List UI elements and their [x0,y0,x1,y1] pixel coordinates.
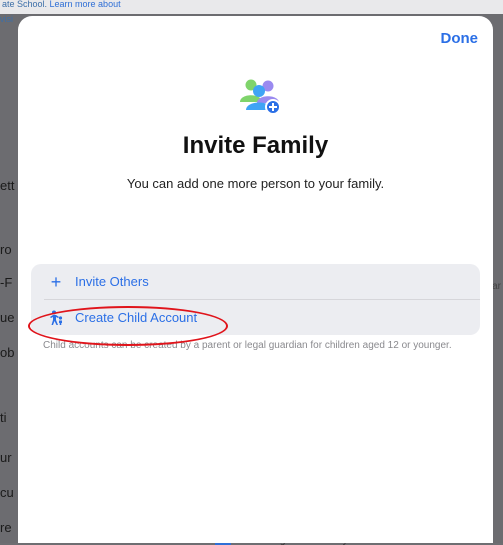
plus-icon: + [50,271,62,292]
background-top-label: ate School. [2,0,50,9]
invite-others-button[interactable]: + Invite Others [31,264,480,299]
page-title: Invite Family [182,132,329,159]
create-child-account-button[interactable]: Create Child Account [31,300,480,335]
background-top-link: Learn more about [49,0,121,9]
footnote: Child accounts can be created by a paren… [43,340,452,351]
background-right-fragment: ar [492,281,501,292]
invite-others-label: Invite Others [75,274,149,289]
create-child-account-label: Create Child Account [75,310,198,325]
done-button[interactable]: Done [441,30,479,47]
family-add-icon [240,79,281,115]
page-subtitle: You can add one more person to your fami… [126,176,385,191]
options-group: + Invite Others Create Child Account [31,264,480,335]
background-top-text: ate School. Learn more about [0,0,503,14]
invite-family-sheet: Done Invite Family You can add one more … [18,16,493,543]
child-icon [47,310,65,326]
